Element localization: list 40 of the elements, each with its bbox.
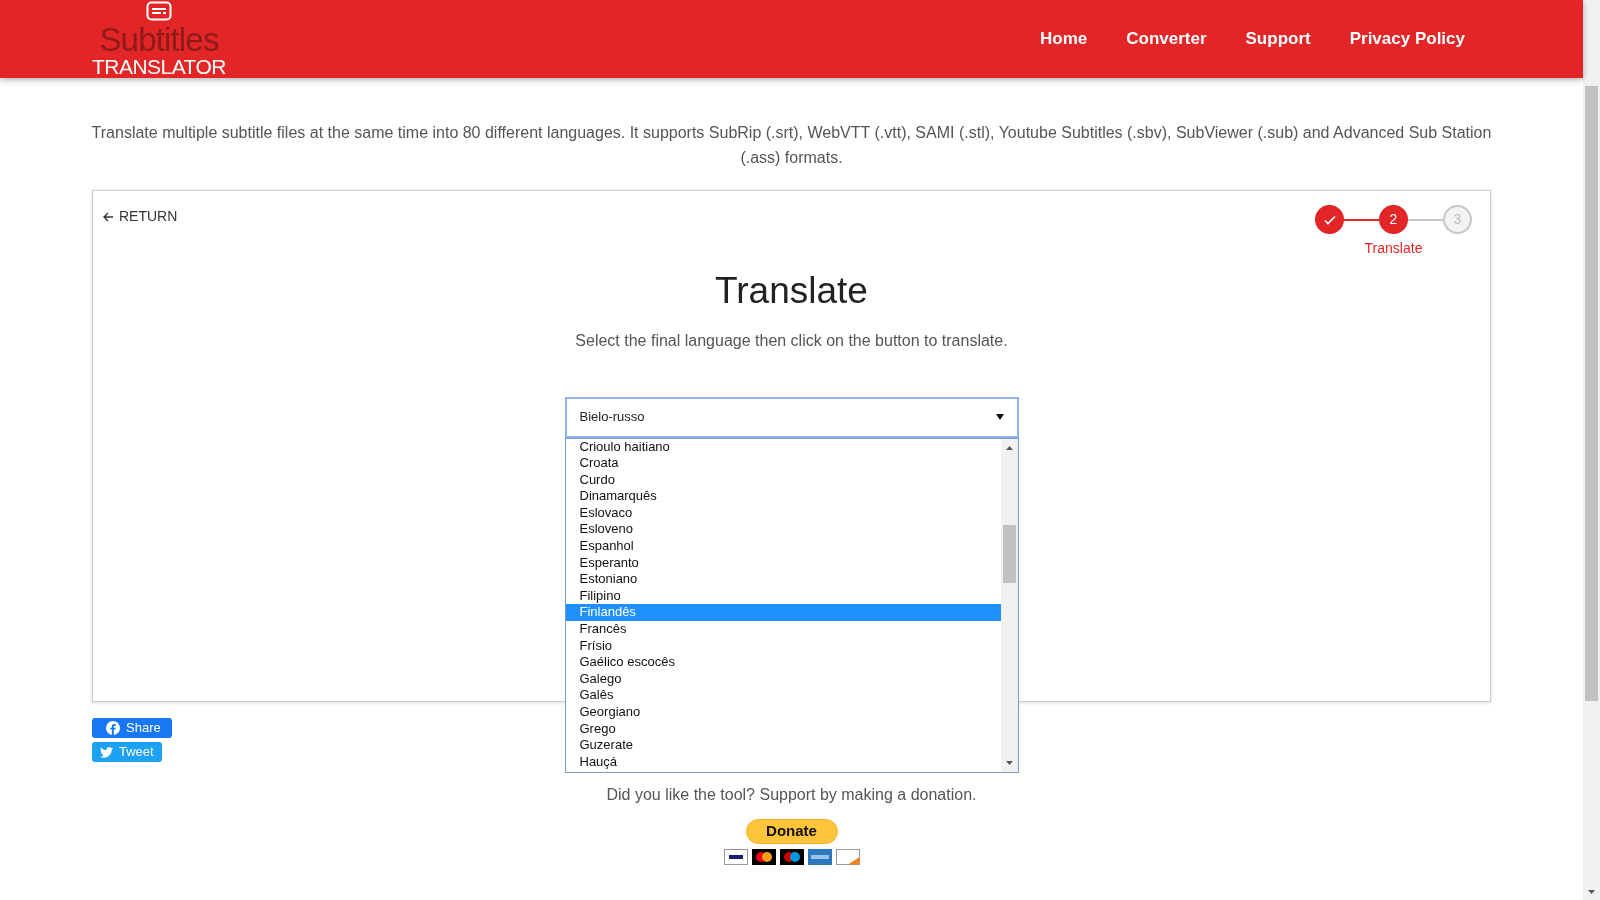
return-link[interactable]: RETURN (103, 206, 178, 227)
subtitles-icon (146, 1, 172, 21)
section-heading: Translate (715, 269, 868, 313)
language-option[interactable]: Galego (565, 670, 1001, 688)
logo-subtitle: TRANSLATOR (92, 56, 226, 77)
logo-title: Subtitles (99, 23, 219, 56)
nav-link[interactable]: Privacy Policy (1349, 26, 1465, 52)
language-select[interactable]: Bielo-russo (564, 396, 1019, 438)
language-option[interactable]: Gaélico escocês (565, 654, 1001, 671)
language-option[interactable]: Francês (565, 621, 1001, 638)
language-option[interactable]: Eslovaco (565, 504, 1001, 522)
language-option[interactable]: Hauçá (565, 753, 1001, 771)
facebook-icon (106, 721, 120, 735)
language-option[interactable]: Dinamarquês (565, 488, 1001, 505)
language-option[interactable]: Galês (565, 687, 1001, 704)
donate-button[interactable]: Donate (745, 819, 838, 844)
language-option[interactable]: Curdo (565, 471, 1001, 489)
language-option[interactable]: Esperanto (565, 554, 1001, 572)
language-option[interactable]: Estoniano (565, 571, 1001, 588)
payment-cards-icon (723, 849, 860, 865)
share-button[interactable]: Share (92, 718, 172, 738)
caret-down-icon (995, 414, 1004, 420)
nav-link[interactable]: Converter (1126, 26, 1207, 52)
language-option[interactable]: Crioulo haitiano (565, 438, 1001, 456)
language-option[interactable]: Frísio (565, 637, 1001, 655)
bird-icon (100, 746, 113, 758)
language-option[interactable]: Georgiano (565, 704, 1001, 721)
language-option[interactable]: Guzerate (565, 737, 1001, 754)
nav-link[interactable]: Support (1245, 26, 1311, 52)
language-option[interactable]: Filipino (565, 587, 1001, 605)
nav-link[interactable]: Home (1040, 26, 1088, 52)
language-option[interactable]: Croata (565, 455, 1001, 472)
language-option[interactable]: Esloveno (565, 521, 1001, 539)
language-option[interactable]: Grego (565, 720, 1001, 738)
step-label: Translate (1364, 239, 1423, 258)
language-option[interactable]: Espanhol (565, 538, 1001, 555)
donation-text: Did you like the tool? Support by making a donation. (606, 785, 977, 805)
arrow-left-icon (103, 211, 114, 222)
description-text: Translate multiple subtitle files at the same time into 80 different languages. It supports SubRip (.srt), WebVTT (.vtt), SAMI (.stl), Youtube Subtitles (.sbv), SubViewer (.sub) and Advanced Sub Station (.ass) formats. (90, 123, 1493, 168)
instruction-text: Select the final language then click on the button to translate. (575, 330, 1008, 351)
